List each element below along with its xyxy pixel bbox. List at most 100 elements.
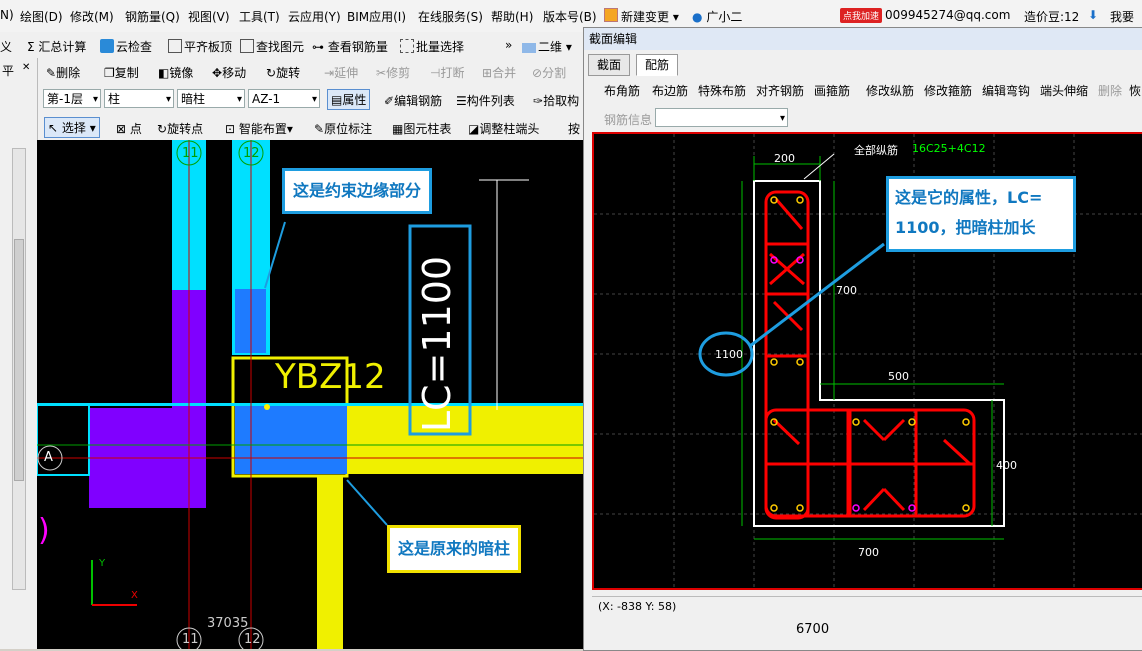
beam-yellow-vertical[interactable] <box>317 476 343 649</box>
edit-hook-button[interactable]: 编辑弯钩 <box>982 82 1030 99</box>
modify-long-bar-button[interactable]: 修改纵筋 <box>866 82 914 99</box>
total-rebar-value: 16C25+4C12 <box>912 142 986 155</box>
draw-stirrup-button[interactable]: 画箍筋 <box>814 82 850 99</box>
split-icon: ⊘ <box>532 66 543 80</box>
move-button[interactable]: ✥移动 <box>212 64 246 81</box>
trim-button[interactable]: ✂修剪 <box>376 64 410 81</box>
rotate-point-button[interactable]: ↻旋转点 <box>157 120 203 137</box>
menu-new-change[interactable]: 新建变更 ▾ <box>604 8 679 25</box>
member-select[interactable]: AZ-1 <box>248 89 320 109</box>
floor-select[interactable]: 第-1层 <box>43 89 101 109</box>
account-email[interactable]: 009945274@qq.com <box>885 8 1010 22</box>
promo-badge[interactable]: 点我加速 <box>840 8 883 23</box>
section-edit-dialog: 截面编辑 截面 配筋 布角筋 布边筋 特殊布筋 对齐钢筋 画箍筋 修改纵筋 修改… <box>583 27 1142 651</box>
panel-scrollbar[interactable] <box>12 148 26 590</box>
toolbar-define[interactable]: 义 <box>0 38 12 55</box>
pick-member-label: 拾取构 <box>543 94 580 108</box>
edit-rebar-button[interactable]: ✐编辑钢筋 <box>384 92 442 109</box>
ucs-y: Y <box>98 558 106 569</box>
new-change-label: 新建变更 <box>621 10 670 24</box>
callout-property-line1: 这是它的属性，LC= <box>895 188 1043 207</box>
menu-modify[interactable]: 修改(M) <box>70 8 114 25</box>
select-label: 选择 <box>61 121 86 135</box>
menu-view[interactable]: 视图(V) <box>188 8 230 25</box>
menu-version[interactable]: 版本号(B) <box>543 8 597 25</box>
align-slab-button[interactable]: 平齐板顶 <box>168 38 232 55</box>
select-button[interactable]: ↖ 选择 ▾ <box>44 117 100 138</box>
break-button[interactable]: ⊣打断 <box>430 64 464 81</box>
cloud-check-button[interactable]: 云检查 <box>100 38 152 55</box>
special-bar-button[interactable]: 特殊布筋 <box>698 82 746 99</box>
sum-calc-button[interactable]: Σ 汇总计算 <box>27 38 86 55</box>
tab-section[interactable]: 截面 <box>588 54 631 76</box>
adjust-column-end-button[interactable]: ◪调整柱端头 <box>468 120 539 137</box>
list-icon: ☰ <box>456 94 467 108</box>
move-icon: ✥ <box>212 66 223 80</box>
edge-bar-button[interactable]: 布边筋 <box>652 82 688 99</box>
sigma-icon: Σ <box>27 40 35 54</box>
mirror-button[interactable]: ◧镜像 <box>158 64 193 81</box>
modify-stirrup-button[interactable]: 修改箍筋 <box>924 82 972 99</box>
type-select[interactable]: 柱 <box>104 89 174 109</box>
edit-rebar-label: 编辑钢筋 <box>394 94 443 108</box>
end-stretch-button[interactable]: 端头伸缩 <box>1040 82 1088 99</box>
assistant-icon: ● <box>692 10 703 24</box>
cost-beans[interactable]: 造价豆:12 <box>1024 8 1079 25</box>
view-2d-button[interactable]: 二维 ▾ <box>522 38 572 55</box>
cursor-coordinates: (X: -838 Y: 58) <box>598 600 677 613</box>
pick-member-button[interactable]: ✑拾取构 <box>533 92 579 109</box>
more-button[interactable]: 按 <box>568 120 580 137</box>
menu-online[interactable]: 在线服务(S) <box>418 8 483 25</box>
subtype-select[interactable]: 暗柱 <box>177 89 245 109</box>
merge-icon: ⊞ <box>482 66 493 80</box>
menu-tools[interactable]: 工具(T) <box>239 8 280 25</box>
menu-rebar-qty[interactable]: 钢筋量(Q) <box>125 8 180 25</box>
align-bar-button[interactable]: 对齐钢筋 <box>756 82 804 99</box>
delete-button[interactable]: ✎删除 <box>46 64 80 81</box>
drawing-canvas[interactable]: Y X ) 11 12 A 11 12 YBZ12 LC=1100 37035 … <box>37 140 585 649</box>
menu-draw[interactable]: 绘图(D) <box>20 8 63 25</box>
view-rebar-qty-button[interactable]: ⊶ 查看钢筋量 <box>312 38 388 55</box>
download-icon[interactable]: ⬇ <box>1088 8 1098 22</box>
original-column[interactable] <box>235 406 347 474</box>
dim-400: 400 <box>996 459 1017 472</box>
in-place-label-button[interactable]: ✎原位标注 <box>314 120 372 137</box>
property-icon: ▤ <box>331 93 343 107</box>
menu-cloud[interactable]: 云应用(Y) <box>288 8 341 25</box>
more-chevron-icon[interactable]: » <box>505 38 512 52</box>
view-rebar-qty-label: 查看钢筋量 <box>327 40 388 54</box>
break-label: 打断 <box>440 66 465 80</box>
close-icon[interactable]: ✕ <box>22 62 30 73</box>
corner-bar-button[interactable]: 布角筋 <box>604 82 640 99</box>
property-button[interactable]: ▤属性 <box>327 89 371 110</box>
menu-help[interactable]: 帮助(H) <box>491 8 533 25</box>
beam-yellow[interactable] <box>347 406 585 474</box>
rebar-info-select[interactable] <box>655 108 788 128</box>
point-button[interactable]: ⊠ 点 <box>116 120 142 137</box>
column-table-button[interactable]: ▦图元柱表 <box>392 120 451 137</box>
tab-rebar[interactable]: 配筋 <box>636 54 679 76</box>
menu-assistant[interactable]: ● 广小二 <box>692 8 742 25</box>
scrollbar-thumb[interactable] <box>14 239 24 481</box>
rotate-button[interactable]: ↻旋转 <box>266 64 300 81</box>
menu-bim[interactable]: BIM应用(I) <box>347 8 406 25</box>
merge-button[interactable]: ⊞合并 <box>482 64 516 81</box>
restore-button[interactable]: 恢 <box>1129 82 1141 99</box>
in-place-icon: ✎ <box>314 122 325 136</box>
member-list-button[interactable]: ☰构件列表 <box>456 92 515 109</box>
delete-bar-button[interactable]: 删除 <box>1098 82 1122 99</box>
batch-select-button[interactable]: 批量选择 <box>400 38 464 55</box>
find-element-button[interactable]: 查找图元 <box>240 38 304 55</box>
menu-item[interactable]: N) <box>0 8 14 22</box>
merge-label: 合并 <box>492 66 517 80</box>
me-link[interactable]: 我要 <box>1110 8 1134 25</box>
dialog-status-bar: (X: -838 Y: 58) <box>592 596 1142 616</box>
smart-layout-button[interactable]: ⊡ 智能布置▾ <box>225 120 293 137</box>
extend-button[interactable]: ⇥延伸 <box>324 64 358 81</box>
rotate-icon: ↻ <box>266 66 277 80</box>
split-button[interactable]: ⊘分割 <box>532 64 566 81</box>
copy-button[interactable]: ❐复制 <box>104 64 139 81</box>
smart-layout-icon: ⊡ <box>225 122 236 136</box>
section-canvas[interactable]: 200 700 1100 500 400 700 全部纵筋 16C25+4C12… <box>592 132 1142 590</box>
panel-tab[interactable]: 平 <box>2 62 14 79</box>
